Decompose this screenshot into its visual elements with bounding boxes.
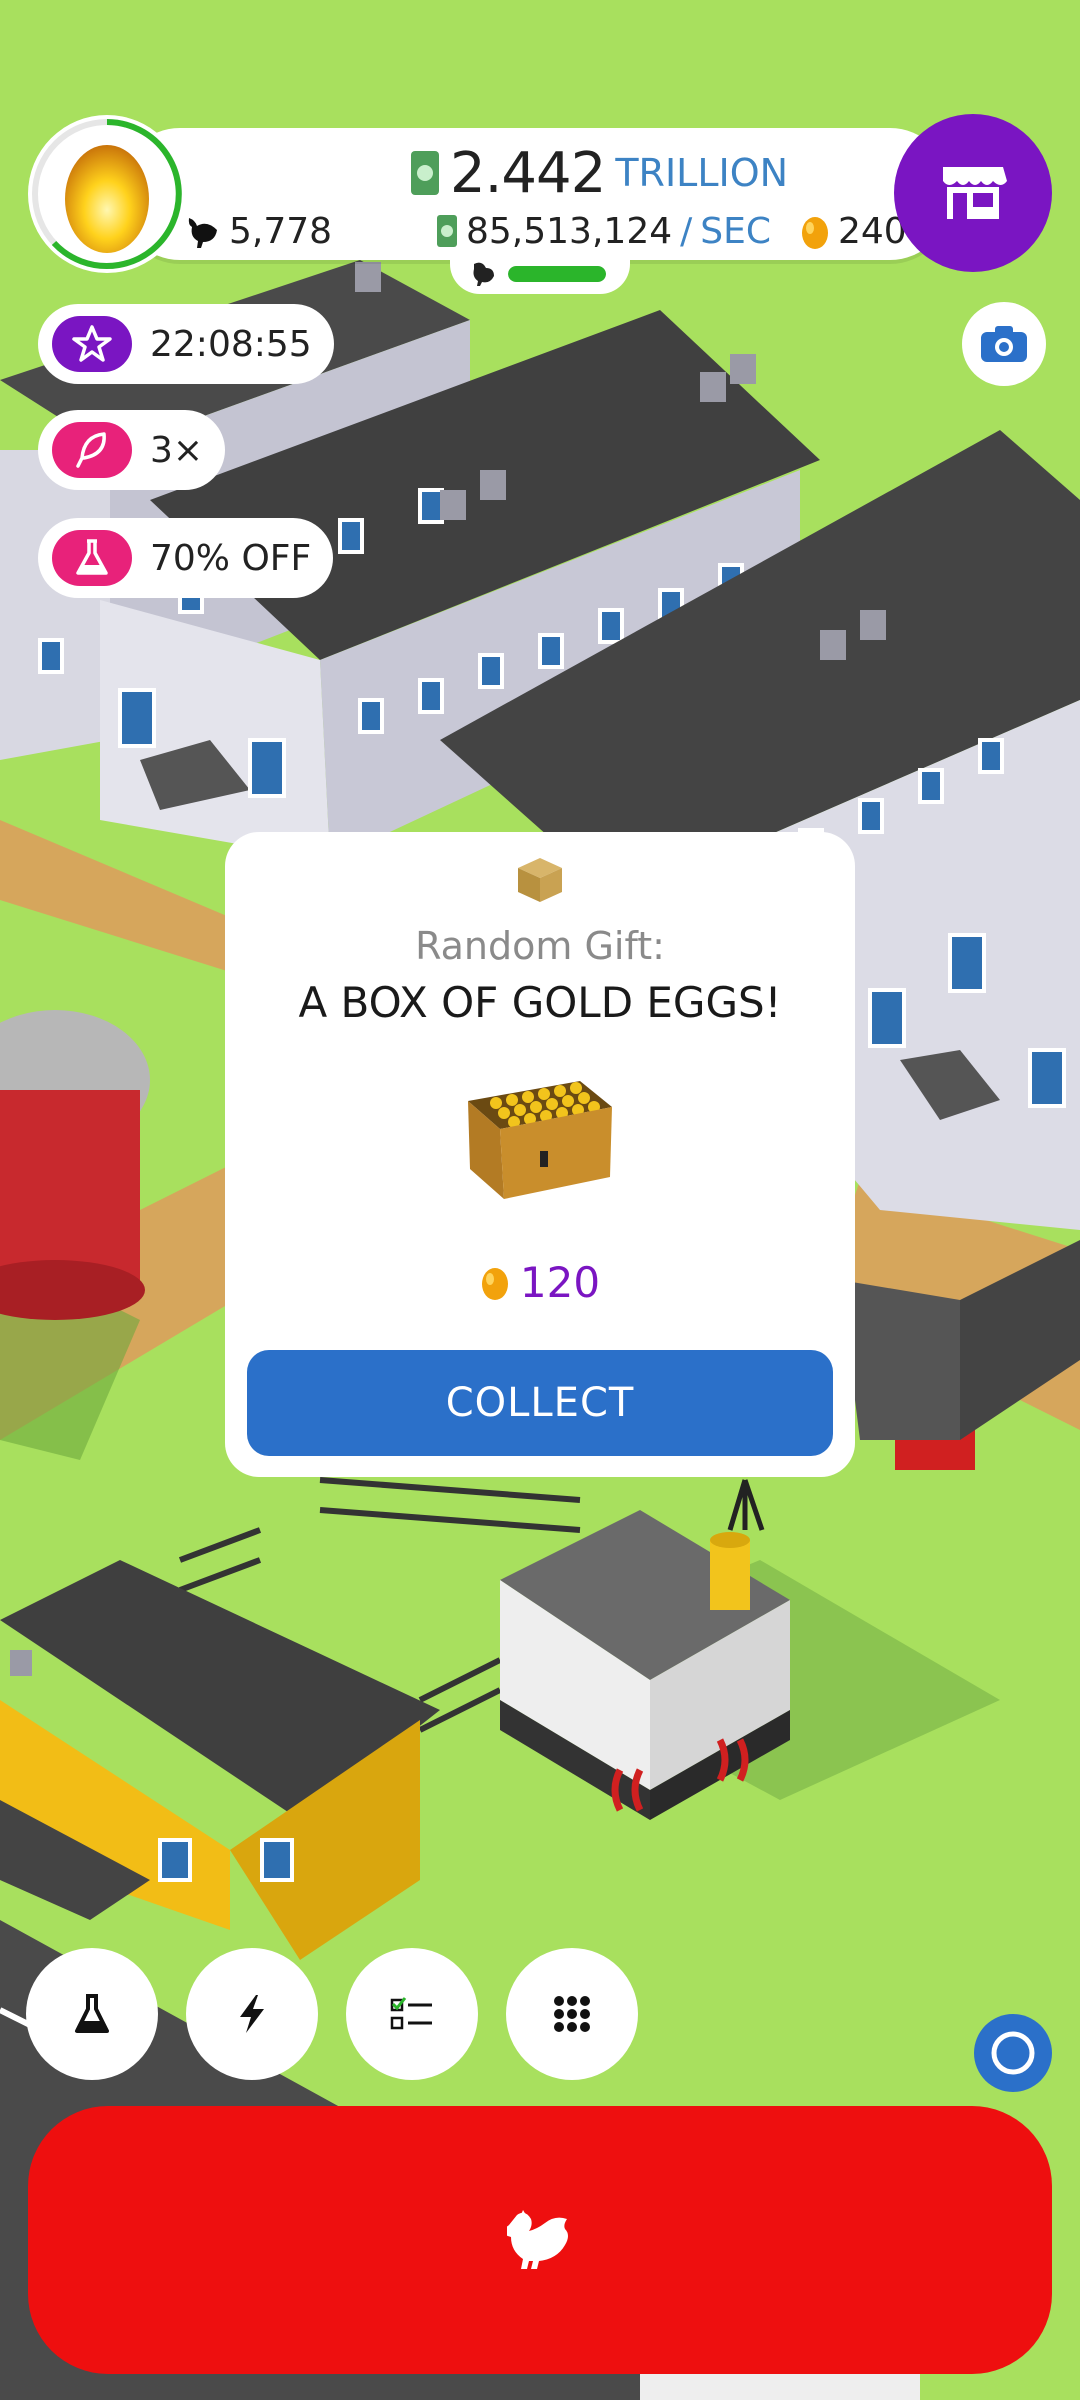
menu-button[interactable] xyxy=(506,1948,638,2080)
checklist-icon xyxy=(390,1997,432,2030)
hatchery-progress-track xyxy=(508,266,606,282)
gold-egg-icon xyxy=(481,1268,508,1300)
rate-separator: / xyxy=(680,210,693,252)
gift-reward: 120 xyxy=(225,1252,855,1312)
research-discount-pill[interactable]: 70% OFF xyxy=(38,518,334,598)
circle-icon xyxy=(991,2031,1035,2075)
event-timer-pill[interactable]: 22:08:55 xyxy=(38,304,334,384)
cash-icon xyxy=(411,151,439,195)
gold-egg-count: 240 xyxy=(800,206,907,256)
money-value: 2.442 xyxy=(450,140,606,206)
assistive-touch-button[interactable] xyxy=(974,2014,1052,2092)
chicken-count: 5,778 xyxy=(185,206,332,256)
golden-egg-icon xyxy=(65,145,149,253)
chicken-icon xyxy=(507,2210,568,2269)
hatchery-progress xyxy=(450,250,630,294)
grid-icon xyxy=(554,1996,590,2032)
collect-button[interactable]: COLLECT xyxy=(247,1350,833,1456)
boost-button[interactable] xyxy=(186,1948,318,2080)
hatchery-progress-fill xyxy=(508,266,606,282)
flask-icon xyxy=(76,539,108,575)
money-display: 2.442 TRILLION xyxy=(410,138,788,208)
flask-icon xyxy=(75,1994,109,2033)
research-button[interactable] xyxy=(26,1948,158,2080)
rate-unit: SEC xyxy=(700,210,771,252)
gift-box-icon xyxy=(518,858,562,902)
camera-icon xyxy=(981,326,1027,362)
event-icon-badge xyxy=(52,316,132,372)
event-timer-label: 22:08:55 xyxy=(150,323,312,365)
star-icon xyxy=(72,325,112,362)
random-gift-dialog: Random Gift: A BOX OF GOLD EGGS! 120 COL… xyxy=(225,832,855,1477)
gift-title: A BOX OF GOLD EGGS! xyxy=(298,978,782,1027)
current-egg-button[interactable] xyxy=(28,115,186,273)
chicken-icon xyxy=(188,218,217,248)
multiplier-pill[interactable]: 3× xyxy=(38,410,226,490)
feather-icon xyxy=(76,432,106,468)
missions-button[interactable] xyxy=(346,1948,478,2080)
cash-icon xyxy=(437,215,457,247)
gold-egg-value: 240 xyxy=(838,210,907,252)
rate-value: 85,513,124 xyxy=(466,210,673,252)
gold-egg-icon xyxy=(802,217,828,249)
multiplier-label: 3× xyxy=(150,429,204,471)
chicken-count-value: 5,778 xyxy=(229,210,333,252)
discount-label: 70% OFF xyxy=(150,537,312,579)
gift-reward-amount: 120 xyxy=(519,1257,601,1307)
chick-icon xyxy=(473,262,494,286)
money-unit: TRILLION xyxy=(615,151,789,195)
lightning-icon xyxy=(240,1995,264,2033)
hatch-chicken-button[interactable] xyxy=(28,2106,1052,2374)
multiplier-icon-badge xyxy=(52,422,132,478)
shop-button[interactable] xyxy=(894,114,1052,272)
store-icon xyxy=(943,167,1007,219)
discount-icon-badge xyxy=(52,530,132,586)
gold-egg-crate-image xyxy=(468,1081,612,1199)
earning-rate: 85,513,124/SEC xyxy=(436,206,771,256)
gift-heading: Random Gift: xyxy=(415,924,665,968)
camera-button[interactable] xyxy=(962,302,1046,386)
